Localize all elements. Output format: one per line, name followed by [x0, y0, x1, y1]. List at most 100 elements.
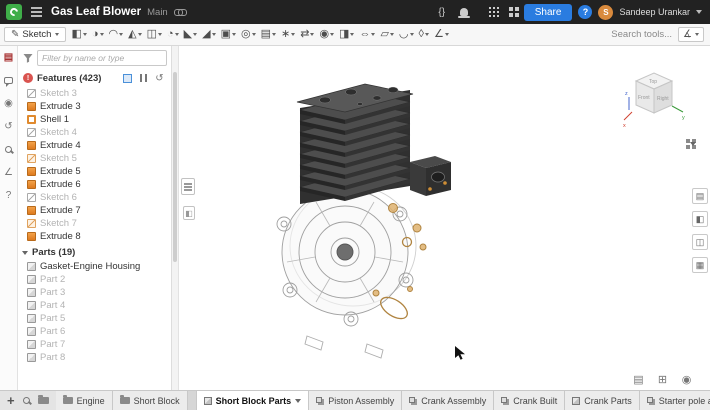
follow-mode-icon[interactable]: ◉: [2, 96, 16, 110]
sketch-button[interactable]: ✎ Sketch: [4, 27, 67, 42]
measure-tool[interactable]: ∠: [432, 28, 451, 41]
help-button[interactable]: ?: [578, 5, 593, 19]
part-item[interactable]: Part 2: [18, 273, 171, 286]
parts-header[interactable]: Parts (19): [18, 245, 171, 260]
split-tool[interactable]: ◨: [337, 28, 356, 41]
sweep-tool[interactable]: ◠: [107, 28, 126, 41]
cube-top-label[interactable]: Top: [649, 79, 657, 85]
plane-tool[interactable]: ▱: [378, 28, 395, 41]
revolve-tool[interactable]: ◑: [90, 28, 106, 41]
circular-pattern-tool[interactable]: ∗: [279, 28, 297, 41]
workspace-name[interactable]: Main: [147, 7, 168, 18]
part-item[interactable]: Part 8: [18, 351, 171, 364]
tab-starter-pole-assembly[interactable]: Starter pole assembly: [639, 391, 710, 410]
document-panel-icon[interactable]: ▤: [2, 50, 16, 64]
mirror-tool[interactable]: ⇄: [298, 28, 316, 41]
feature-panel-scrollbar[interactable]: [172, 46, 179, 390]
insert-marker-icon[interactable]: [121, 72, 134, 84]
thicken-tool[interactable]: ◫: [145, 28, 164, 41]
onshape-logo-icon[interactable]: [6, 4, 22, 20]
avatar[interactable]: S: [598, 4, 614, 20]
feature-item[interactable]: Extrude 3: [18, 100, 171, 113]
transform-tool[interactable]: ⇔: [357, 28, 377, 41]
carburetor-block[interactable]: [410, 156, 451, 196]
search-tools-label[interactable]: Search tools...: [611, 29, 672, 40]
feature-item[interactable]: Sketch 3: [18, 87, 171, 100]
cube-front-label[interactable]: Front: [638, 95, 650, 101]
feature-item[interactable]: Sketch 4: [18, 126, 171, 139]
feature-item[interactable]: Extrude 6: [18, 178, 171, 191]
link-icon[interactable]: [173, 7, 187, 17]
fillet-tool[interactable]: ◔: [165, 28, 181, 41]
measure-icon[interactable]: ∠: [2, 165, 16, 179]
shell-tool[interactable]: ▣: [219, 28, 238, 41]
cylinder-fins[interactable]: [296, 83, 414, 204]
notifications-bell-icon[interactable]: [454, 3, 474, 21]
chevron-down-icon[interactable]: [696, 10, 702, 14]
boolean-tool[interactable]: ◉: [317, 28, 336, 41]
features-error-icon[interactable]: !: [23, 73, 33, 83]
help-panel-icon[interactable]: ?: [2, 188, 16, 202]
scrollbar-thumb[interactable]: [173, 72, 177, 262]
hole-tool[interactable]: ◎: [239, 28, 258, 41]
extrude-tool[interactable]: ◧: [69, 28, 88, 41]
loft-tool[interactable]: ◭: [126, 28, 143, 41]
suspend-icon[interactable]: [137, 72, 150, 84]
history-icon[interactable]: ↺: [2, 119, 16, 133]
tab-piston-assembly[interactable]: Piston Assembly: [309, 391, 403, 410]
feature-item[interactable]: Sketch 5: [18, 152, 171, 165]
part-item[interactable]: Part 3: [18, 286, 171, 299]
view-tools-handle-button[interactable]: ◧: [183, 206, 195, 220]
comment-icon[interactable]: [2, 73, 16, 87]
curve-tool[interactable]: ◡: [397, 28, 416, 41]
rollback-icon[interactable]: ↺: [153, 72, 166, 84]
package-icon[interactable]: ⊞: [655, 372, 670, 386]
feature-item[interactable]: Extrude 8: [18, 230, 171, 243]
apps-grid-icon[interactable]: [476, 3, 496, 21]
cube-right-label[interactable]: Right: [657, 96, 669, 102]
chamfer-tool[interactable]: ◣: [182, 28, 199, 41]
view-settings-icon[interactable]: ▤: [692, 188, 708, 204]
search-tabs-button[interactable]: [22, 397, 30, 404]
feature-item[interactable]: Extrude 7: [18, 204, 171, 217]
tab-short-block[interactable]: Short Block: [112, 391, 188, 410]
view-cube[interactable]: Top Front Right x y z: [622, 68, 688, 134]
units-button[interactable]: ∡: [678, 27, 704, 42]
tab-crank-built[interactable]: Crank Built: [494, 391, 566, 410]
print-icon[interactable]: ▤: [631, 372, 646, 386]
tab-crank-assembly[interactable]: Crank Assembly: [402, 391, 495, 410]
project-tool[interactable]: ◊: [417, 28, 431, 41]
part-item[interactable]: Part 4: [18, 299, 171, 312]
chevron-down-icon: [272, 33, 276, 36]
search-icon[interactable]: [2, 142, 16, 156]
viewport-3d[interactable]: Top Front Right x y z ▤ ◧ ◫ ▦ ▤ ⊞ ◉ ◧: [179, 46, 710, 390]
tab-manager-button[interactable]: [37, 395, 49, 404]
part-item[interactable]: Part 6: [18, 325, 171, 338]
explode-view-icon[interactable]: ◫: [692, 234, 708, 250]
part-item[interactable]: Part 7: [18, 338, 171, 351]
tab-crank-parts[interactable]: Crank Parts: [565, 391, 640, 410]
feature-item[interactable]: Shell 1: [18, 113, 171, 126]
feature-item[interactable]: Extrude 5: [18, 165, 171, 178]
featurescript-icon[interactable]: {}: [432, 3, 452, 21]
tab-short-block-parts[interactable]: Short Block Parts: [196, 391, 310, 410]
feature-item[interactable]: Sketch 6: [18, 191, 171, 204]
tab-scroll-divider[interactable]: [187, 391, 197, 410]
linear-pattern-tool[interactable]: ▤: [259, 28, 278, 41]
windows-grid-icon[interactable]: [498, 3, 518, 21]
part-item[interactable]: Part 5: [18, 312, 171, 325]
section-view-icon[interactable]: ◧: [692, 211, 708, 227]
share-button[interactable]: Share: [523, 3, 573, 21]
account-icon[interactable]: ◉: [679, 372, 694, 386]
feature-item[interactable]: Extrude 4: [18, 139, 171, 152]
feature-item[interactable]: Sketch 7: [18, 217, 171, 230]
draft-tool[interactable]: ◢: [200, 28, 217, 41]
panel-handle-button[interactable]: [181, 178, 195, 195]
tab-engine[interactable]: Engine: [55, 391, 113, 410]
add-tab-button[interactable]: +: [7, 394, 15, 407]
filter-input[interactable]: [37, 50, 167, 66]
part-item[interactable]: Gasket-Engine Housing: [18, 260, 171, 273]
hamburger-menu-icon[interactable]: [31, 11, 42, 13]
named-views-icon[interactable]: ▦: [692, 257, 708, 273]
display-options-button[interactable]: [686, 139, 696, 146]
